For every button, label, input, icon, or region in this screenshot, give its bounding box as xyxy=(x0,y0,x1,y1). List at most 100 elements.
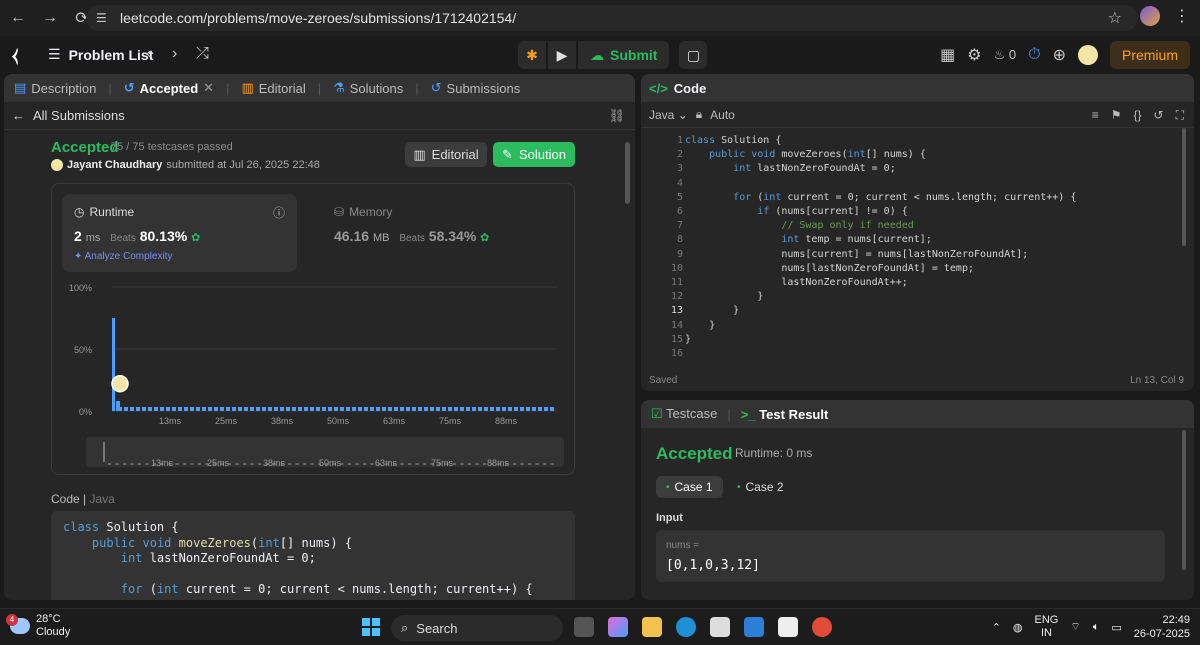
windows-start-icon[interactable] xyxy=(362,618,380,636)
user-avatar[interactable] xyxy=(1077,45,1098,65)
profile-avatar[interactable] xyxy=(1140,6,1160,26)
format-icon[interactable]: ≡ xyxy=(1092,108,1099,123)
auto-mode[interactable]: Auto xyxy=(710,108,735,122)
slider-tick-label: 25ms xyxy=(207,458,230,468)
menu-icon[interactable]: ⋮ xyxy=(1174,6,1190,26)
code-editor[interactable]: class Solution { public void moveZeroes(… xyxy=(685,134,1076,347)
temperature: 28°C xyxy=(36,613,61,625)
tab-testcase[interactable]: ☑ Testcase xyxy=(651,406,717,422)
slider-bar xyxy=(288,463,291,465)
taskbar-search[interactable]: ⌕ Search xyxy=(391,615,563,641)
settings-gear-icon[interactable]: ⚙ xyxy=(967,45,981,65)
book-icon: ▥ xyxy=(241,80,254,95)
performance-stats: ◷ Runtime ⓘ 2 ms Beats 80.13% ✿ ✦ Analyze… xyxy=(51,183,575,475)
wifi-icon[interactable]: ⌔ xyxy=(1070,620,1080,634)
submission-panel: ▤ Description | ↺ Accepted ✕ | ▥ Editorial |… xyxy=(4,74,635,600)
tab-submissions[interactable]: ↺ Submissions xyxy=(431,80,521,96)
scrollbar[interactable] xyxy=(1182,128,1186,246)
tab-editorial[interactable]: ▥ Editorial xyxy=(241,80,305,96)
scrollbar[interactable] xyxy=(1182,430,1186,570)
add-user-icon[interactable]: ⊕ xyxy=(1053,45,1066,65)
slider-bar xyxy=(115,463,119,465)
tab-test-result[interactable]: >_ Test Result xyxy=(741,407,829,422)
leetcode-logo-icon[interactable]: ⧼ xyxy=(12,45,30,65)
chevron-up-icon[interactable]: ⌃ xyxy=(992,621,1001,634)
debug-icon[interactable]: ✱ xyxy=(518,41,546,69)
volume-icon[interactable]: 🔈︎ xyxy=(1093,621,1100,634)
forward-arrow-icon[interactable]: → xyxy=(36,4,64,32)
case-2-tab[interactable]: • Case 2 xyxy=(727,476,794,498)
vscode-icon[interactable] xyxy=(744,617,764,637)
slider-handle xyxy=(103,442,105,462)
tab-accepted[interactable]: ↺ Accepted ✕ xyxy=(124,80,214,96)
close-tab-icon[interactable]: ✕ xyxy=(203,80,214,96)
chrome-icon[interactable] xyxy=(812,617,832,637)
result-status: Accepted xyxy=(656,444,733,463)
premium-button[interactable]: Premium xyxy=(1109,41,1190,69)
slider-bar xyxy=(258,463,261,465)
prev-problem-icon[interactable]: ‹ xyxy=(146,45,151,63)
battery-icon[interactable]: ▭ xyxy=(1111,621,1121,634)
language-select[interactable]: Java ⌄ xyxy=(649,108,688,122)
copilot-icon[interactable] xyxy=(608,617,628,637)
slider-bar xyxy=(423,463,426,465)
timer-icon[interactable]: ⏱ xyxy=(1028,46,1040,64)
notepad-icon[interactable] xyxy=(778,617,798,637)
problem-list-label: Problem List xyxy=(68,46,154,63)
braces-icon[interactable]: {} xyxy=(1134,108,1142,123)
saved-status: Saved xyxy=(649,375,678,386)
tab-solutions[interactable]: ⚗ Solutions xyxy=(333,80,403,96)
store-icon[interactable] xyxy=(710,617,730,637)
tab-divider: | xyxy=(108,80,112,96)
input-value: [0,1,0,3,12] xyxy=(666,558,760,573)
problem-list-button[interactable]: ☰ Problem List xyxy=(48,46,153,63)
shuffle-icon[interactable]: ⤮ xyxy=(196,45,209,63)
layout-icon[interactable]: ▦ xyxy=(940,45,955,65)
all-submissions-link[interactable]: ← All Submissions ⛓ xyxy=(4,102,635,130)
submit-button[interactable]: ☁ Submit xyxy=(578,41,670,69)
reset-icon[interactable]: ↺ xyxy=(1154,108,1164,123)
scrollbar[interactable] xyxy=(625,142,630,204)
flask-icon: ⚗ xyxy=(333,80,345,95)
slider-bar xyxy=(520,463,524,465)
back-arrow-icon[interactable]: ← xyxy=(4,4,32,32)
bookmark-icon[interactable]: ⚑ xyxy=(1111,108,1122,123)
slider-tick-label: 88ms xyxy=(487,458,510,468)
tab-description[interactable]: ▤ Description xyxy=(14,80,96,96)
file-explorer-icon[interactable] xyxy=(642,617,662,637)
submitter-name[interactable]: Jayant Chaudhary xyxy=(67,159,162,171)
address-bar[interactable]: ☰ leetcode.com/problems/move-zeroes/subm… xyxy=(86,5,1138,31)
slider-bar xyxy=(460,463,464,465)
site-info-icon[interactable]: ☰ xyxy=(96,11,112,25)
submitted-code: class Solution { public void moveZeroes(… xyxy=(51,511,575,600)
clock[interactable]: 22:49 26-07-2025 xyxy=(1134,613,1190,641)
language-indicator[interactable]: ENG IN xyxy=(1035,614,1059,640)
network-tray-icon[interactable]: ◍ xyxy=(1013,621,1023,634)
fullscreen-icon[interactable]: ⛶ xyxy=(1176,108,1184,123)
slider-bar xyxy=(198,463,201,465)
lock-icon: 🔒︎ xyxy=(695,107,703,121)
solution-button-label: Solution xyxy=(518,147,566,162)
note-icon[interactable]: ▢ xyxy=(679,41,708,69)
task-view-icon[interactable] xyxy=(574,617,594,637)
editorial-button[interactable]: ▥ Editorial xyxy=(405,142,487,167)
slider-bar xyxy=(543,463,546,465)
code-header: </> Code xyxy=(641,74,1194,102)
bookmark-star-icon[interactable]: ☆ xyxy=(1108,8,1122,28)
code-title: Code xyxy=(673,80,707,96)
tab-submissions-label: Submissions xyxy=(446,80,521,96)
run-button[interactable]: ▶ xyxy=(548,41,576,69)
edge-icon[interactable] xyxy=(676,617,696,637)
testcase-label: Testcase xyxy=(666,406,718,421)
system-tray: ⌃ ◍ ENG IN ⌔ 🔈︎ ▭ 22:49 26-07-2025 xyxy=(992,613,1190,641)
slider-bar xyxy=(513,463,516,465)
weather-widget[interactable]: 4 28°C Cloudy xyxy=(6,613,70,639)
slider-tick-label: 63ms xyxy=(375,458,398,468)
solution-button[interactable]: ✎ Solution xyxy=(493,142,575,167)
code-editor-panel: </> Code Java ⌄ 🔒︎ Auto ≡ ⚑ {} ↺ ⛶ 12345… xyxy=(641,74,1194,391)
slider-bar xyxy=(453,463,456,465)
case-1-tab[interactable]: • Case 1 xyxy=(656,476,723,498)
link-icon[interactable]: ⛓ xyxy=(608,108,625,124)
next-problem-icon[interactable]: › xyxy=(172,45,177,63)
streak-counter[interactable]: ♨ 0 xyxy=(994,47,1017,63)
